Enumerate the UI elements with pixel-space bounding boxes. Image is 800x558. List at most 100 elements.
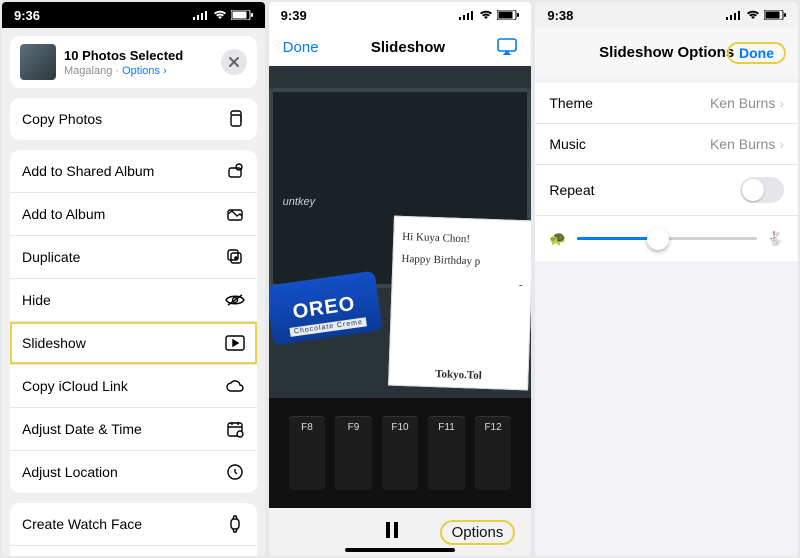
calendar-icon: [225, 419, 245, 439]
adjust-date-time-row[interactable]: Adjust Date & Time: [10, 408, 257, 451]
row-label: Slideshow: [22, 335, 86, 351]
share-header-text: 10 Photos Selected Magalang · Options ›: [64, 48, 213, 77]
page-title: Slideshow: [371, 39, 445, 56]
clock: 9:38: [547, 8, 573, 23]
key-f10: F10: [382, 416, 419, 490]
key-f12: F12: [475, 416, 512, 490]
share-header-location: Magalang: [64, 65, 112, 77]
theme-row[interactable]: Theme Ken Burns›: [535, 83, 798, 124]
watch-icon: [225, 514, 245, 534]
close-icon: [228, 56, 240, 68]
copy-photos-row[interactable]: Copy Photos: [10, 98, 257, 140]
row-label: Music: [549, 136, 586, 152]
key-f11: F11: [428, 416, 465, 490]
key-f9: F9: [335, 416, 372, 490]
add-shared-album-row[interactable]: Add to Shared Album: [10, 150, 257, 193]
music-row[interactable]: Music Ken Burns›: [535, 124, 798, 165]
speed-slider-row: 🐢 🐇: [535, 216, 798, 261]
status-bar: 9:39: [269, 2, 532, 28]
key-f8: F8: [289, 416, 326, 490]
adjust-location-row[interactable]: Adjust Location: [10, 451, 257, 493]
shared-album-icon: [225, 161, 245, 181]
share-sheet-panel: 9:36 10 Photos Selected Magalang · Optio…: [2, 2, 265, 556]
options-header: Slideshow Options Done: [535, 28, 798, 77]
share-header-options-link[interactable]: Options ›: [122, 65, 167, 77]
copy-icloud-link-row[interactable]: Copy iCloud Link: [10, 365, 257, 408]
location-icon: [225, 462, 245, 482]
icloud-icon: [225, 376, 245, 396]
repeat-row: Repeat: [535, 165, 798, 216]
save-to-files-row[interactable]: Save to Files: [10, 546, 257, 556]
airplay-button[interactable]: [497, 38, 517, 56]
note-line-1: Hi Kuya Chon!: [402, 231, 524, 247]
create-watch-face-row[interactable]: Create Watch Face: [10, 503, 257, 546]
share-header-title: 10 Photos Selected: [64, 48, 213, 63]
slideshow-panel: 9:39 Done Slideshow untkey OREO Chocolat…: [269, 2, 532, 556]
done-button[interactable]: Done: [727, 42, 786, 64]
slider-knob[interactable]: [647, 228, 669, 250]
wifi-icon: [213, 10, 227, 20]
action-group-3: Create Watch Face Save to Files Print In…: [10, 503, 257, 556]
row-label: Add to Shared Album: [22, 163, 154, 179]
repeat-toggle[interactable]: [740, 177, 784, 203]
status-bar: 9:38: [535, 2, 798, 28]
duplicate-icon: [225, 247, 245, 267]
slideshow-image[interactable]: untkey OREO Chocolate Creme Hi Kuya Chon…: [269, 66, 532, 508]
turtle-icon: 🐢: [549, 230, 566, 247]
copy-icon: [225, 109, 245, 129]
note-signature: Tokyo.Tol: [398, 367, 520, 383]
speed-slider[interactable]: [577, 237, 757, 240]
done-button[interactable]: Done: [283, 39, 319, 56]
row-label: Duplicate: [22, 249, 80, 265]
slideshow-topbar: Done Slideshow: [269, 28, 532, 66]
chevron-right-icon: ›: [779, 136, 784, 152]
pause-icon: [385, 522, 399, 538]
row-label: Adjust Location: [22, 464, 118, 480]
clock: 9:36: [14, 8, 40, 23]
signal-icon: [193, 10, 209, 20]
row-label: Adjust Date & Time: [22, 421, 142, 437]
music-value: Ken Burns›: [710, 136, 784, 152]
add-album-row[interactable]: Add to Album: [10, 193, 257, 236]
options-list: Theme Ken Burns› Music Ken Burns› Repeat…: [535, 83, 798, 261]
airplay-icon: [497, 38, 517, 56]
wifi-icon: [479, 10, 493, 20]
note-card: Hi Kuya Chon! Happy Birthday p - Tokyo.T…: [388, 216, 531, 391]
slideshow-options-button[interactable]: Options: [440, 520, 516, 545]
hide-row[interactable]: Hide: [10, 279, 257, 322]
status-bar: 9:36: [2, 2, 265, 28]
keyboard: F8 F9 F10 F11 F12: [269, 398, 532, 508]
action-group-1: Copy Photos: [10, 98, 257, 140]
battery-icon: [231, 10, 253, 20]
theme-value: Ken Burns›: [710, 95, 784, 111]
row-label: Theme: [549, 95, 593, 111]
rabbit-icon: 🐇: [767, 230, 784, 247]
photo-thumb: [20, 44, 56, 80]
slideshow-icon: [225, 333, 245, 353]
row-label: Copy iCloud Link: [22, 378, 128, 394]
status-icons: [726, 10, 786, 20]
status-icons: [459, 10, 519, 20]
pause-button[interactable]: [345, 522, 440, 543]
album-icon: [225, 204, 245, 224]
share-sheet-body: 10 Photos Selected Magalang · Options › …: [2, 28, 265, 556]
share-header-subtitle[interactable]: Magalang · Options ›: [64, 65, 213, 77]
hide-icon: [225, 290, 245, 310]
row-label: Create Watch Face: [22, 516, 142, 532]
close-button[interactable]: [221, 49, 247, 75]
slideshow-options-panel: 9:38 Slideshow Options Done Theme Ken Bu…: [535, 2, 798, 556]
duplicate-row[interactable]: Duplicate: [10, 236, 257, 279]
row-label: Repeat: [549, 182, 594, 198]
battery-icon: [497, 10, 519, 20]
slider-fill: [577, 237, 658, 240]
row-label: Copy Photos: [22, 111, 102, 127]
signal-icon: [459, 10, 475, 20]
wifi-icon: [746, 10, 760, 20]
monitor-brand: untkey: [283, 196, 315, 208]
status-icons: [193, 10, 253, 20]
action-group-2: Add to Shared Album Add to Album Duplica…: [10, 150, 257, 493]
clock: 9:39: [281, 8, 307, 23]
home-indicator[interactable]: [345, 548, 455, 552]
slideshow-row[interactable]: Slideshow: [10, 322, 257, 365]
chevron-right-icon: ›: [779, 95, 784, 111]
